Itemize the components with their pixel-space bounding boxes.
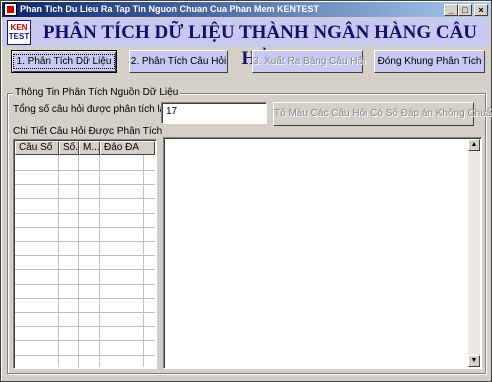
vertical-scrollbar[interactable]: ▲ ▼ (468, 139, 480, 367)
grid-header-answers[interactable]: Số... (59, 141, 79, 155)
maximize-button[interactable]: □ (458, 4, 472, 16)
questions-grid[interactable]: Câu Số Số... M... Đảo ĐA (13, 139, 157, 369)
window-title: Phan Tich Du Lieu Ra Tap Tin Nguon Chuan… (20, 4, 320, 14)
analyze-data-label: 1. Phân Tích Dữ Liệu (12, 54, 116, 69)
table-row (15, 340, 155, 341)
table-row (15, 227, 155, 228)
grid-divider (99, 155, 100, 367)
analyze-questions-button[interactable]: 2. Phân Tích Câu Hỏi (129, 50, 228, 73)
table-row (15, 298, 155, 299)
total-questions-field[interactable]: 17 (161, 102, 267, 124)
total-questions-label: Tổng số câu hỏi được phân tích là : (13, 104, 171, 115)
logo-bottom-text: TEST (8, 32, 30, 41)
grid-header-shuffle[interactable]: Đảo ĐA (100, 141, 155, 155)
grid-header-question-no[interactable]: Câu Số (15, 141, 59, 155)
minimize-button[interactable]: _ (444, 4, 458, 16)
table-row (15, 170, 155, 171)
highlight-nonstandard-button[interactable]: Tô Màu Các Câu Hỏi Có Số Đáp án Không Ch… (273, 102, 492, 126)
grid-divider (143, 155, 144, 367)
info-group-label: Thông Tin Phân Tích Nguồn Dữ Liệu (13, 87, 181, 99)
header-banner: KEN TEST PHÂN TÍCH DỮ LIỆU THÀNH NGÂN HÀ… (3, 18, 489, 69)
table-row (15, 355, 155, 356)
table-row (15, 198, 155, 199)
grid-header-m[interactable]: M... (79, 141, 100, 155)
app-icon[interactable] (4, 3, 17, 16)
analysis-output-textarea[interactable]: ▲ ▼ (163, 137, 482, 369)
logo-top-text: KEN (10, 23, 28, 32)
table-row (15, 326, 155, 327)
details-label: Chi Tiết Câu Hỏi Được Phân Tích (13, 126, 163, 137)
export-table-button[interactable]: 3. Xuất Ra Bảng Câu Hỏi (252, 50, 365, 73)
table-row (15, 241, 155, 242)
title-bar[interactable]: Phan Tich Du Lieu Ra Tap Tin Nguon Chuan… (2, 2, 490, 17)
close-frame-button[interactable]: Đóng Khung Phân Tích (374, 50, 485, 73)
scroll-down-icon[interactable]: ▼ (468, 355, 480, 367)
close-button[interactable]: × (474, 4, 488, 16)
table-row (15, 255, 155, 256)
grid-divider (58, 155, 59, 367)
scroll-up-icon[interactable]: ▲ (468, 139, 480, 151)
table-row (15, 269, 155, 270)
grid-divider (78, 155, 79, 367)
kentest-logo: KEN TEST (7, 20, 31, 45)
analyze-data-button[interactable]: 1. Phân Tích Dữ Liệu (11, 50, 117, 73)
table-row (15, 312, 155, 313)
table-row (15, 213, 155, 214)
table-row (15, 284, 155, 285)
table-row (15, 184, 155, 185)
main-window: Phan Tich Du Lieu Ra Tap Tin Nguon Chuan… (0, 0, 492, 382)
